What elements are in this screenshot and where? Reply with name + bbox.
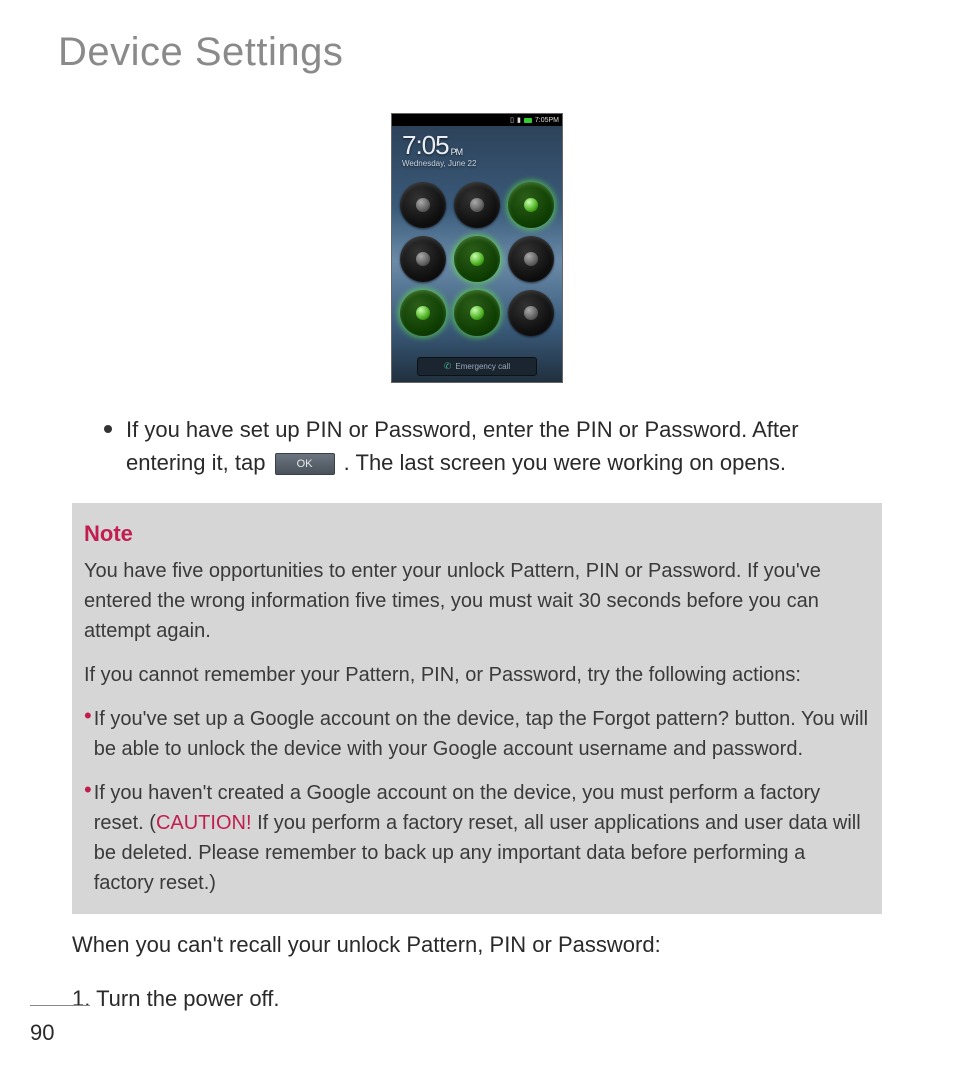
ok-button-graphic: OK	[275, 453, 335, 475]
phone-lockscreen: ▯ ▮ 7:05PM 7:05 PM Wednesday, June 22 Em…	[391, 113, 563, 383]
emergency-call-button: Emergency call	[417, 357, 537, 376]
page-number: 90	[30, 1020, 54, 1045]
battery-icon	[524, 118, 532, 123]
note-bullet-1: • If you've set up a Google account on t…	[84, 704, 870, 764]
note-paragraph-2: If you cannot remember your Pattern, PIN…	[84, 660, 870, 690]
pattern-node	[454, 182, 500, 228]
pattern-node-active	[454, 236, 500, 282]
note-bullet-1-text: If you've set up a Google account on the…	[94, 704, 870, 764]
pattern-node	[508, 236, 554, 282]
note-box: Note You have five opportunities to ente…	[72, 503, 882, 914]
footer-rule	[30, 1005, 90, 1006]
instruction-bullet: If you have set up PIN or Password, ente…	[104, 413, 874, 479]
phone-screenshot-container: ▯ ▮ 7:05PM 7:05 PM Wednesday, June 22 Em…	[40, 113, 914, 383]
caution-label: CAUTION!	[156, 812, 252, 834]
clock-time: 7:05	[402, 130, 449, 161]
note-heading: Note	[84, 517, 870, 550]
instruction-part2: . The last screen you were working on op…	[344, 450, 786, 475]
clock-date: Wednesday, June 22	[402, 159, 552, 168]
bullet-icon: •	[84, 778, 92, 898]
note-bullet-2-text: If you haven't created a Google account …	[94, 778, 870, 898]
recovery-step-1: 1. Turn the power off.	[72, 982, 874, 1016]
pattern-node	[400, 182, 446, 228]
phone-status-bar: ▯ ▮ 7:05PM	[392, 114, 562, 126]
bullet-icon	[104, 425, 112, 433]
emergency-call-label: Emergency call	[455, 362, 510, 371]
clock-ampm: PM	[451, 147, 463, 157]
status-time: 7:05PM	[535, 117, 559, 124]
pattern-node-active	[400, 290, 446, 336]
page-title: Device Settings	[58, 30, 914, 75]
note-bullet-2: • If you haven't created a Google accoun…	[84, 778, 870, 898]
recovery-heading: When you can't recall your unlock Patter…	[72, 928, 874, 962]
instruction-text: If you have set up PIN or Password, ente…	[126, 413, 874, 479]
signal-icon: ▯	[510, 116, 514, 124]
pattern-node-active	[508, 182, 554, 228]
pattern-node	[400, 236, 446, 282]
page-footer: 90	[30, 1005, 90, 1046]
note-paragraph-1: You have five opportunities to enter you…	[84, 556, 870, 646]
bullet-icon: •	[84, 704, 92, 764]
lockscreen-clock: 7:05 PM Wednesday, June 22	[392, 126, 562, 170]
signal-bars-icon: ▮	[517, 116, 521, 124]
pattern-node	[508, 290, 554, 336]
pattern-node-active	[454, 290, 500, 336]
pattern-grid	[392, 182, 562, 336]
